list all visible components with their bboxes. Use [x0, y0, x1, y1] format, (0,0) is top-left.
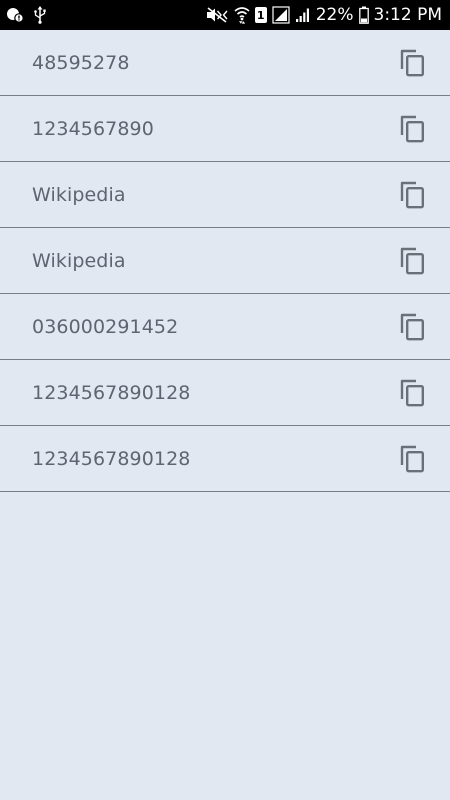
- battery-icon: [358, 6, 369, 24]
- code-history-list: 48595278 1234567890 Wikipedia Wikipedia: [0, 30, 450, 492]
- clock: 3:12 PM: [373, 5, 443, 25]
- list-item[interactable]: 036000291452: [0, 294, 450, 360]
- list-item[interactable]: Wikipedia: [0, 162, 450, 228]
- list-item-label: 1234567890128: [32, 447, 191, 470]
- list-item[interactable]: 1234567890128: [0, 360, 450, 426]
- status-bar: 1 22% 3:12 PM: [0, 0, 450, 30]
- list-item-label: Wikipedia: [32, 249, 126, 272]
- sim-badge: 1: [254, 7, 267, 23]
- copy-icon[interactable]: [398, 377, 428, 409]
- signal-icon: [272, 6, 290, 24]
- copy-icon[interactable]: [398, 47, 428, 79]
- copy-icon[interactable]: [398, 245, 428, 277]
- wifi-icon: [234, 6, 250, 24]
- list-item[interactable]: Wikipedia: [0, 228, 450, 294]
- list-item-label: 48595278: [32, 51, 130, 74]
- copy-icon[interactable]: [398, 443, 428, 475]
- list-item[interactable]: 48595278: [0, 30, 450, 96]
- list-item-label: 1234567890: [32, 117, 154, 140]
- list-item[interactable]: 1234567890128: [0, 426, 450, 492]
- notification-icon: [6, 7, 24, 23]
- status-bar-right: 1 22% 3:12 PM: [205, 5, 442, 25]
- list-item-label: 1234567890128: [32, 381, 191, 404]
- status-bar-left: [6, 6, 46, 24]
- usb-icon: [34, 6, 46, 24]
- copy-icon[interactable]: [398, 311, 428, 343]
- list-item[interactable]: 1234567890: [0, 96, 450, 162]
- list-item-label: 036000291452: [32, 315, 179, 338]
- copy-icon[interactable]: [398, 179, 428, 211]
- mute-icon: [205, 7, 229, 23]
- battery-percent: 22%: [315, 5, 354, 25]
- signal-icon: [295, 7, 311, 23]
- copy-icon[interactable]: [398, 113, 428, 145]
- list-item-label: Wikipedia: [32, 183, 126, 206]
